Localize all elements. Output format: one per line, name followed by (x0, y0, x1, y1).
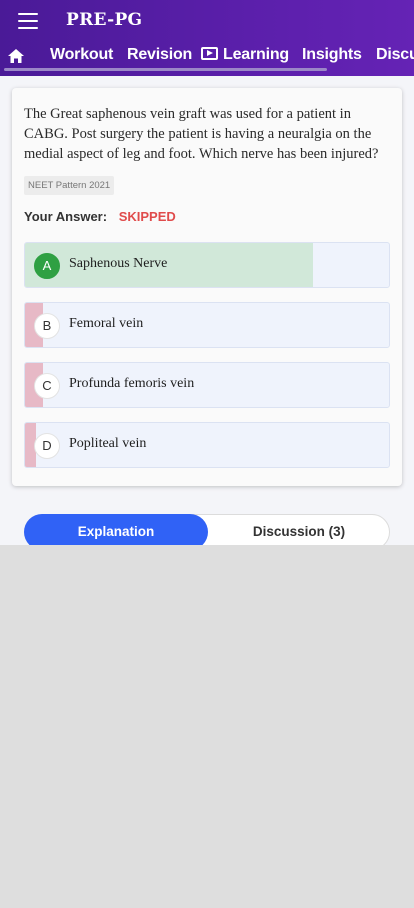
tab-discussion-clipped[interactable]: Discu (376, 46, 414, 64)
your-answer-row: Your Answer: SKIPPED (24, 209, 176, 224)
tab-workout[interactable]: Workout (50, 46, 113, 64)
tab-explanation[interactable]: Explanation (24, 514, 208, 545)
hamburger-menu-icon[interactable] (18, 13, 38, 29)
nav-tabs: Workout Revision Learning Insights Discu (0, 42, 414, 70)
option-text: Femoral vein (69, 316, 144, 331)
option-letter: C (34, 373, 60, 399)
nav-scroll-indicator[interactable] (4, 68, 327, 71)
home-icon[interactable] (7, 48, 25, 64)
play-video-icon (201, 47, 218, 60)
option-b[interactable]: B Femoral vein (24, 302, 390, 348)
pattern-badge: NEET Pattern 2021 (24, 176, 115, 195)
content-tab-switch: Explanation Discussion (3) (24, 514, 390, 545)
option-letter: D (34, 433, 60, 459)
answer-status: SKIPPED (118, 209, 176, 224)
option-text: Profunda femoris vein (69, 376, 195, 391)
tab-learning[interactable]: Learning (201, 46, 289, 64)
option-letter: A (34, 253, 60, 279)
tab-insights[interactable]: Insights (302, 46, 362, 64)
option-d[interactable]: D Popliteal vein (24, 422, 390, 468)
app-screen: PRE-PG Workout Revision Learning Insight… (0, 0, 414, 545)
top-app-bar: PRE-PG Workout Revision Learning Insight… (0, 0, 414, 76)
option-c[interactable]: C Profunda femoris vein (24, 362, 390, 408)
option-text: Popliteal vein (69, 436, 147, 451)
option-letter: B (34, 313, 60, 339)
question-text: The Great saphenous vein graft was used … (24, 106, 379, 162)
question-card: The Great saphenous vein graft was used … (12, 88, 402, 486)
option-a[interactable]: A Saphenous Nerve (24, 242, 390, 288)
option-text: Saphenous Nerve (69, 256, 168, 271)
answer-label: Your Answer: (24, 209, 108, 224)
app-brand: PRE-PG (66, 10, 143, 30)
tab-learning-label: Learning (223, 46, 289, 63)
tab-discussion[interactable]: Discussion (3) (209, 514, 389, 545)
tab-revision[interactable]: Revision (127, 46, 192, 64)
